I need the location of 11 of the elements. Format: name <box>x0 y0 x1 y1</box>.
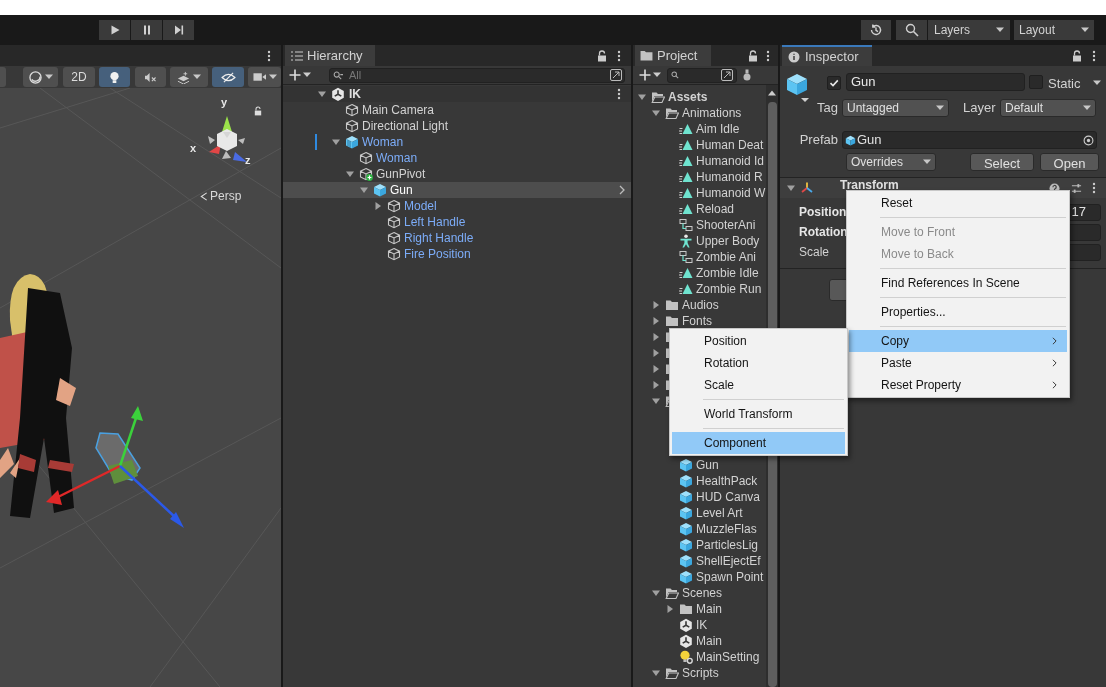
field-label: Layer <box>963 99 997 118</box>
field-label: Rotation <box>799 224 848 241</box>
field-label: Scale <box>799 244 830 261</box>
field-label: Tag <box>816 99 839 118</box>
axis-label: z <box>245 153 251 168</box>
static-label: Static <box>1048 75 1081 93</box>
field-label: Prefab <box>798 131 839 150</box>
axis-label: y <box>221 95 228 110</box>
component-title: Transform <box>840 179 899 191</box>
axis-label: x <box>190 141 197 156</box>
field-label: Position <box>799 204 847 221</box>
